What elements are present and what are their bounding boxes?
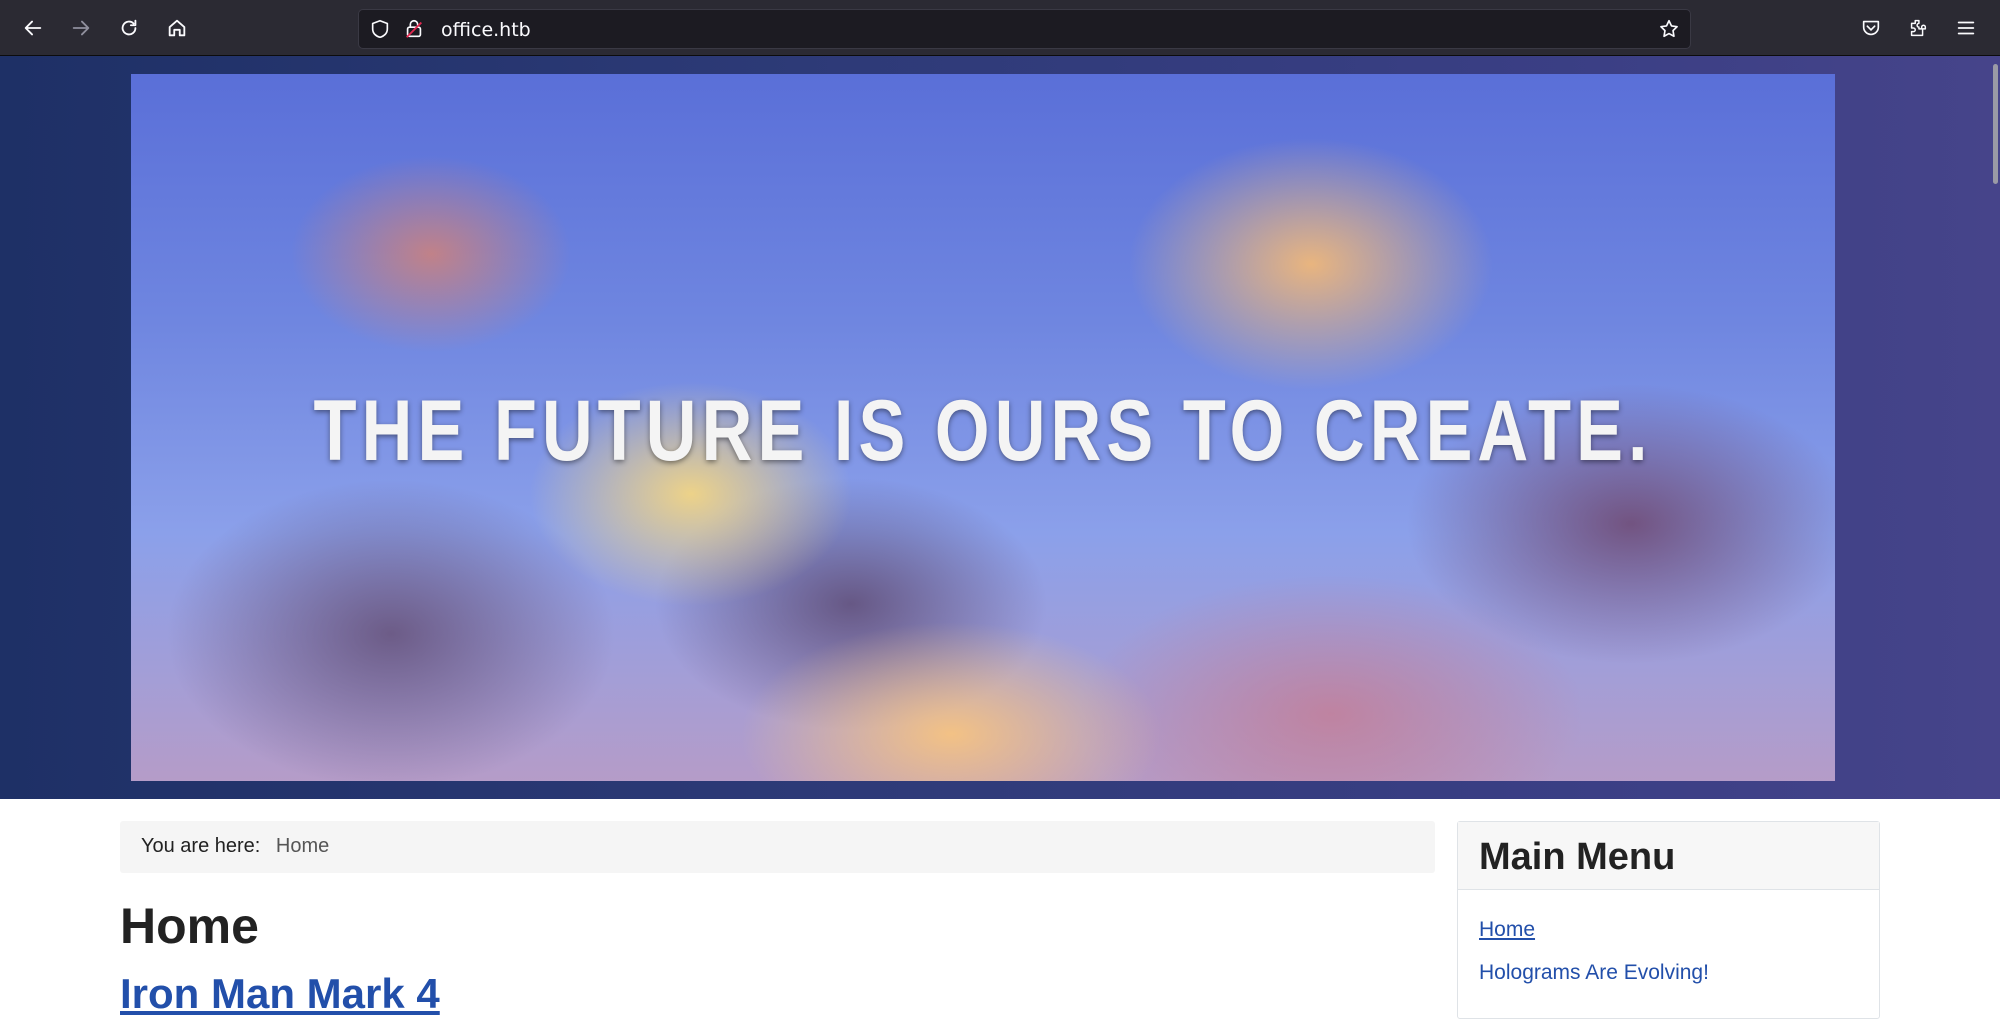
menu-item-holograms[interactable]: Holograms Are Evolving! xyxy=(1479,961,1858,985)
breadcrumb-current: Home xyxy=(275,835,330,857)
breadcrumb-prefix: You are here: xyxy=(141,835,261,857)
page-scrollbar[interactable] xyxy=(1990,56,2000,1032)
module-title: Main Menu xyxy=(1458,822,1879,890)
home-icon xyxy=(168,19,186,37)
page-content: THE FUTURE IS OURS TO CREATE. You are he… xyxy=(0,56,2000,1032)
shield-icon[interactable] xyxy=(369,18,391,40)
page-title: Home xyxy=(120,898,259,954)
banner-tagline: THE FUTURE IS OURS TO CREATE. xyxy=(313,383,1653,479)
article-title-link[interactable]: Iron Man Mark 4 xyxy=(120,970,440,1018)
extensions-button[interactable] xyxy=(1900,10,1936,46)
scrollbar-thumb[interactable] xyxy=(1993,64,1998,184)
menu-item-home[interactable]: Home xyxy=(1479,918,1858,942)
pocket-icon xyxy=(1862,20,1880,36)
address-bar[interactable]: office.htb xyxy=(358,9,1691,49)
pocket-button[interactable] xyxy=(1853,10,1889,46)
puzzle-icon xyxy=(1910,19,1927,37)
hamburger-icon xyxy=(1957,21,1975,35)
site-header: THE FUTURE IS OURS TO CREATE. xyxy=(0,56,2000,799)
home-button[interactable] xyxy=(159,10,195,46)
menu-list: Home Holograms Are Evolving! xyxy=(1458,890,1879,1032)
breadcrumb: You are here: Home xyxy=(120,821,1435,873)
browser-toolbar: office.htb xyxy=(0,0,2000,56)
hero-banner-image: THE FUTURE IS OURS TO CREATE. xyxy=(131,74,1835,781)
back-button[interactable] xyxy=(15,10,51,46)
url-text[interactable]: office.htb xyxy=(441,19,531,41)
star-icon[interactable] xyxy=(1658,18,1680,40)
main-menu-module: Main Menu Home Holograms Are Evolving! xyxy=(1457,821,1880,1019)
arrow-right-icon xyxy=(72,20,90,36)
forward-button[interactable] xyxy=(63,10,99,46)
app-menu-button[interactable] xyxy=(1948,10,1984,46)
lock-icon[interactable] xyxy=(403,18,425,40)
reload-icon xyxy=(121,19,137,36)
arrow-left-icon xyxy=(24,20,42,36)
reload-button[interactable] xyxy=(111,10,147,46)
